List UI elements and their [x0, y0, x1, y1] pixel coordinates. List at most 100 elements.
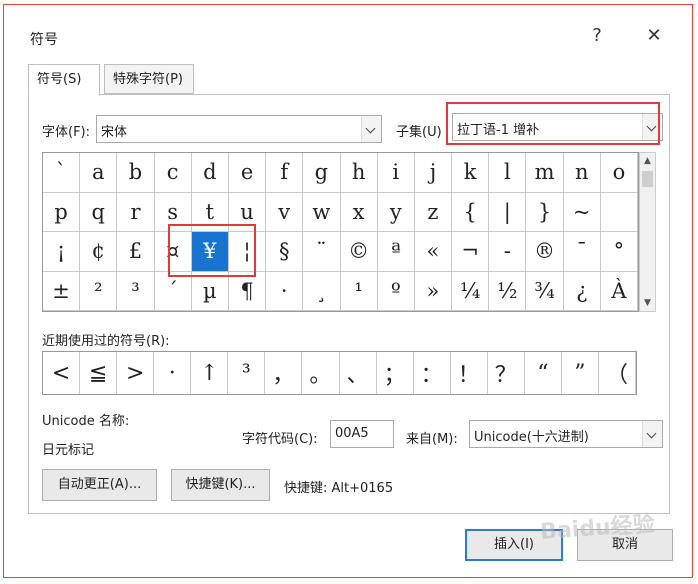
symbol-cell[interactable]: u — [228, 192, 267, 232]
symbol-cell[interactable]: ± — [43, 271, 81, 311]
tab-special-characters[interactable]: 特殊字符(P) — [104, 64, 194, 94]
from-label: 来自(M): — [406, 432, 458, 447]
symbol-cell[interactable]: ¼ — [452, 271, 490, 311]
symbol-cell[interactable]: d — [191, 153, 229, 193]
chevron-down-icon[interactable] — [642, 114, 662, 140]
symbol-cell[interactable]: h — [340, 153, 378, 193]
symbol-cell[interactable]: « — [414, 232, 453, 272]
recent-symbol-cell[interactable]: ； — [377, 352, 414, 394]
autocorrect-button[interactable]: 自动更正(A)... — [42, 469, 157, 501]
symbol-cell[interactable]: k — [452, 153, 490, 193]
symbol-cell[interactable]: ¬ — [452, 232, 490, 272]
symbol-cell[interactable]: » — [414, 271, 453, 311]
tab-symbols[interactable]: 符号(S) — [28, 64, 100, 96]
symbol-cell[interactable]: ¾ — [526, 271, 564, 311]
symbol-cell[interactable]: ¿ — [563, 271, 601, 311]
recent-symbol-cell[interactable]: 、 — [340, 352, 377, 394]
symbol-cell[interactable]: o — [600, 153, 638, 193]
recent-symbol-cell[interactable]: < — [43, 352, 81, 394]
symbol-cell[interactable]: s — [154, 192, 192, 232]
symbol-cell[interactable]: ¨ — [303, 232, 341, 272]
recent-symbol-cell[interactable]: ？ — [488, 352, 525, 394]
symbol-cell[interactable]: § — [266, 232, 304, 272]
symbol-cell[interactable]: ¦ — [228, 232, 267, 272]
symbol-cell[interactable]: | — [489, 192, 527, 232]
recent-symbol-cell[interactable]: ↑ — [191, 352, 229, 394]
symbol-cell[interactable]: ª — [377, 232, 415, 272]
recent-symbol-cell[interactable]: ” — [562, 352, 599, 394]
symbol-cell[interactable]: ½ — [489, 271, 527, 311]
symbol-cell[interactable]: ° — [600, 232, 638, 272]
symbol-cell[interactable]: ® — [526, 232, 564, 272]
symbol-cell[interactable]: © — [340, 232, 378, 272]
font-select[interactable]: 宋体 — [96, 115, 382, 143]
symbol-cell[interactable]: b — [117, 153, 155, 193]
recent-symbol-cell[interactable]: 。 — [302, 352, 340, 394]
symbol-cell[interactable]: ¢ — [80, 232, 118, 272]
scroll-thumb[interactable] — [642, 171, 653, 187]
symbol-cell[interactable]: y — [377, 192, 415, 232]
symbol-cell[interactable]: g — [303, 153, 341, 193]
symbol-cell[interactable]: t — [191, 192, 229, 232]
symbol-cell[interactable]: ¡ — [43, 232, 81, 272]
subset-select[interactable]: 拉丁语-1 增补 — [452, 113, 663, 141]
symbol-cell[interactable]: µ — [191, 271, 229, 311]
symbol-cell[interactable]: a — [80, 153, 118, 193]
symbol-grid-scrollbar[interactable]: ▲ ▼ — [639, 152, 656, 312]
symbol-cell[interactable]: e — [228, 153, 267, 193]
symbol-cell[interactable]: w — [303, 192, 341, 232]
symbol-cell[interactable]: £ — [117, 232, 155, 272]
recent-symbol-cell[interactable]: ： — [414, 352, 451, 394]
recent-symbol-cell[interactable]: （ — [599, 352, 636, 394]
symbol-cell[interactable]: q — [80, 192, 118, 232]
shortcut-key-button[interactable]: 快捷键(K)... — [171, 469, 270, 501]
help-button[interactable]: ? — [579, 21, 615, 51]
symbol-cell[interactable]: p — [43, 192, 81, 232]
recent-symbol-cell[interactable]: ³ — [228, 352, 266, 394]
dialog-title: 符号 — [30, 32, 58, 48]
symbol-cell[interactable]: c — [154, 153, 192, 193]
symbol-cell[interactable]: j — [414, 153, 453, 193]
chevron-down-icon[interactable] — [361, 116, 381, 142]
scroll-up-arrow-icon[interactable]: ▲ — [640, 153, 655, 169]
symbol-cell[interactable]: i — [377, 153, 415, 193]
recent-symbol-cell[interactable]: ， — [265, 352, 303, 394]
symbol-cell[interactable] — [600, 192, 638, 232]
symbol-cell[interactable]: À — [600, 271, 638, 311]
close-button[interactable]: ✕ — [636, 21, 672, 51]
symbol-cell[interactable]: m — [526, 153, 564, 193]
symbol-cell[interactable]: ¸ — [303, 271, 341, 311]
symbol-cell[interactable]: ~ — [563, 192, 601, 232]
symbol-cell[interactable]: ¯ — [563, 232, 601, 272]
symbol-cell[interactable]: ¹ — [340, 271, 378, 311]
recent-symbol-cell[interactable]: ≦ — [80, 352, 118, 394]
symbol-cell[interactable]: z — [414, 192, 453, 232]
recent-symbol-cell[interactable]: ！ — [451, 352, 488, 394]
scroll-down-arrow-icon[interactable]: ▼ — [640, 295, 655, 311]
symbol-cell[interactable]: · — [266, 271, 304, 311]
chevron-down-icon[interactable] — [642, 421, 662, 447]
recent-symbol-cell[interactable]: · — [154, 352, 192, 394]
symbol-cell[interactable]: { — [452, 192, 490, 232]
symbol-cell[interactable]: ´ — [154, 271, 192, 311]
from-select[interactable]: Unicode(十六进制) — [469, 420, 663, 448]
symbol-cell[interactable]: ³ — [117, 271, 155, 311]
recent-symbol-cell[interactable]: “ — [525, 352, 562, 394]
char-code-input[interactable]: 00A5 — [330, 420, 394, 448]
symbol-cell[interactable]: f — [266, 153, 304, 193]
symbol-cell[interactable]: } — [526, 192, 564, 232]
symbol-cell-selected[interactable]: ¥ — [191, 232, 229, 272]
symbol-cell[interactable]: r — [117, 192, 155, 232]
symbol-cell[interactable]: v — [266, 192, 304, 232]
symbol-cell[interactable]: ` — [43, 153, 81, 193]
symbol-cell[interactable]: ¶ — [228, 271, 267, 311]
symbol-cell[interactable]: - — [489, 232, 527, 272]
symbol-cell[interactable]: n — [563, 153, 601, 193]
symbol-cell[interactable]: ² — [80, 271, 118, 311]
symbol-cell[interactable]: ¤ — [154, 232, 192, 272]
recent-symbol-cell[interactable]: > — [117, 352, 155, 394]
symbol-cell[interactable]: l — [489, 153, 527, 193]
title-bar: 符号 ? ✕ — [4, 5, 692, 59]
symbol-cell[interactable]: º — [377, 271, 415, 311]
symbol-cell[interactable]: x — [340, 192, 378, 232]
